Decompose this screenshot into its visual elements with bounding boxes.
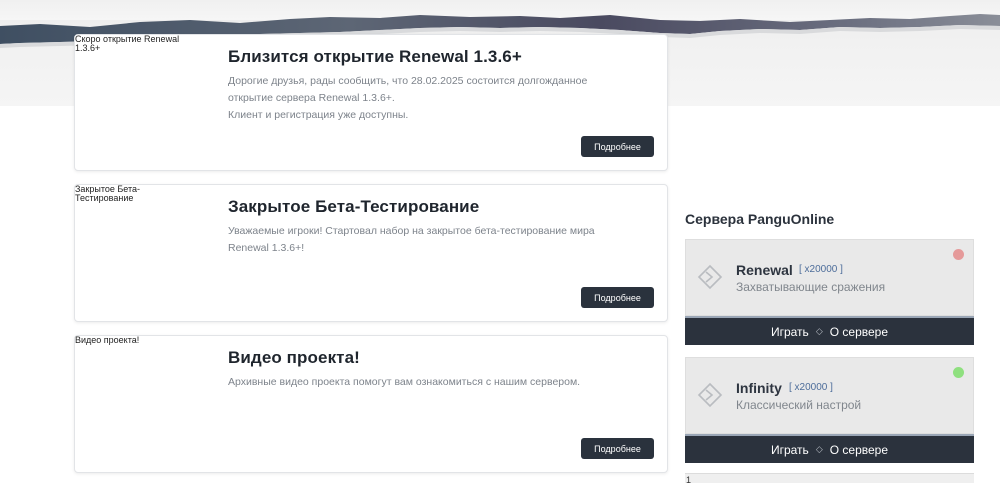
news-text: Уважаемые игроки! Стартовал набор на зак… bbox=[228, 223, 648, 257]
server-name: Infinity bbox=[736, 380, 782, 396]
server-status-indicator bbox=[953, 249, 964, 260]
server-card-infinity: Infinity [ x20000 ] Классический настрой… bbox=[685, 357, 974, 463]
server-info: Renewal [ x20000 ] Захватывающие сражени… bbox=[685, 239, 974, 316]
play-link[interactable]: Играть bbox=[771, 325, 809, 339]
server-card-renewal: Renewal [ x20000 ] Захватывающие сражени… bbox=[685, 239, 974, 345]
news-card: Видео проекта! Видео проекта! Архивные в… bbox=[74, 335, 668, 473]
about-server-link[interactable]: О сервере bbox=[830, 325, 888, 339]
news-text-line: Архивные видео проекта помогут вам ознак… bbox=[228, 376, 581, 388]
server-actions: Играть ◇ О сервере bbox=[685, 316, 974, 345]
server-status-indicator bbox=[953, 367, 964, 378]
about-server-link[interactable]: О сервере bbox=[830, 443, 888, 457]
server-rate: [ x20000 ] bbox=[799, 264, 843, 275]
news-text-line: Клиент и регистрация уже доступны. bbox=[228, 109, 409, 121]
news-text-line: Уважаемые игроки! Стартовал набор на зак… bbox=[228, 225, 595, 237]
news-image-alt[interactable]: Видео проекта! bbox=[75, 336, 193, 345]
news-title[interactable]: Близится открытие Renewal 1.3.6+ bbox=[228, 47, 522, 67]
play-link[interactable]: Играть bbox=[771, 443, 809, 457]
sidebar-next-block-text: 1 bbox=[686, 475, 692, 483]
server-description: Захватывающие сражения bbox=[736, 280, 886, 294]
server-description: Классический настрой bbox=[736, 398, 862, 412]
sidebar-next-block: 1 bbox=[685, 473, 974, 483]
diamond-arrow-icon bbox=[697, 264, 723, 290]
diamond-separator-icon: ◇ bbox=[815, 444, 823, 454]
news-image-alt[interactable]: Закрытое Бета-Тестирование bbox=[75, 185, 193, 203]
news-text-line: Дорогие друзья, рады сообщить, что 28.02… bbox=[228, 75, 588, 87]
read-more-button[interactable]: Подробнее bbox=[581, 438, 654, 459]
servers-heading: Сервера PanguOnline bbox=[685, 211, 835, 227]
news-card: Скоро открытие Renewal 1.3.6+ Близится о… bbox=[74, 34, 668, 171]
news-title[interactable]: Видео проекта! bbox=[228, 348, 360, 368]
news-image-alt[interactable]: Скоро открытие Renewal 1.3.6+ bbox=[75, 35, 193, 53]
read-more-button[interactable]: Подробнее bbox=[581, 136, 654, 157]
server-name: Renewal bbox=[736, 262, 793, 278]
news-text-line: Renewal 1.3.6+! bbox=[228, 242, 305, 254]
server-info: Infinity [ x20000 ] Классический настрой bbox=[685, 357, 974, 434]
server-rate: [ x20000 ] bbox=[789, 382, 833, 393]
news-text: Архивные видео проекта помогут вам ознак… bbox=[228, 374, 648, 391]
diamond-arrow-icon bbox=[697, 382, 723, 408]
diamond-separator-icon: ◇ bbox=[815, 326, 823, 336]
news-card: Закрытое Бета-Тестирование Закрытое Бета… bbox=[74, 184, 668, 322]
news-text: Дорогие друзья, рады сообщить, что 28.02… bbox=[228, 73, 648, 124]
news-title[interactable]: Закрытое Бета-Тестирование bbox=[228, 197, 479, 217]
read-more-button[interactable]: Подробнее bbox=[581, 287, 654, 308]
server-actions: Играть ◇ О сервере bbox=[685, 434, 974, 463]
news-text-line: открытие сервера Renewal 1.3.6+. bbox=[228, 92, 395, 104]
